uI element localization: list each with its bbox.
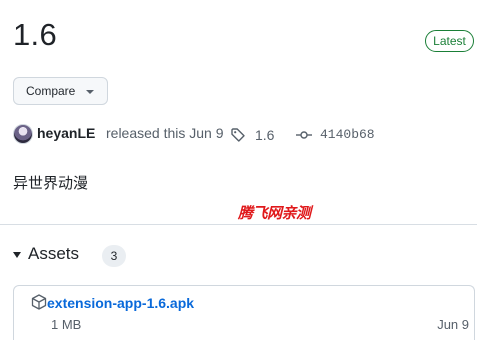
triangle-down-icon bbox=[13, 252, 21, 258]
package-icon bbox=[31, 294, 47, 310]
divider bbox=[0, 224, 477, 225]
compare-button[interactable]: Compare bbox=[13, 77, 108, 105]
commit-link[interactable]: 4140b68 bbox=[320, 127, 375, 142]
git-commit-icon bbox=[296, 131, 312, 139]
latest-badge: Latest bbox=[425, 30, 474, 52]
watermark: 腾飞网亲测 bbox=[238, 205, 311, 222]
assets-count-badge: 3 bbox=[102, 245, 126, 267]
compare-button-label: Compare bbox=[26, 84, 76, 98]
tag-icon bbox=[231, 128, 245, 142]
tag-link[interactable]: 1.6 bbox=[255, 127, 274, 143]
release-meta: heyanLE released this Jun 9 1.6 4140b68 bbox=[13, 122, 473, 144]
asset-download-link[interactable]: extension-app-1.6.apk bbox=[47, 295, 194, 311]
asset-date: Jun 9 bbox=[437, 317, 469, 332]
release-title: 1.6 bbox=[13, 17, 57, 52]
asset-size: 1 MB bbox=[51, 317, 82, 332]
chevron-down-icon bbox=[86, 90, 94, 94]
assets-title: Assets bbox=[28, 244, 80, 263]
avatar[interactable] bbox=[13, 124, 33, 144]
released-text: released this Jun 9 bbox=[106, 125, 224, 141]
assets-toggle[interactable]: Assets 3 bbox=[13, 243, 213, 269]
asset-row: extension-app-1.6.apk 1 MB Jun 9 bbox=[13, 285, 475, 340]
release-page: 1.6 Latest Compare heyanLE released this… bbox=[0, 0, 477, 340]
author-link[interactable]: heyanLE bbox=[37, 125, 95, 141]
release-notes: 异世界动漫 bbox=[13, 175, 89, 192]
